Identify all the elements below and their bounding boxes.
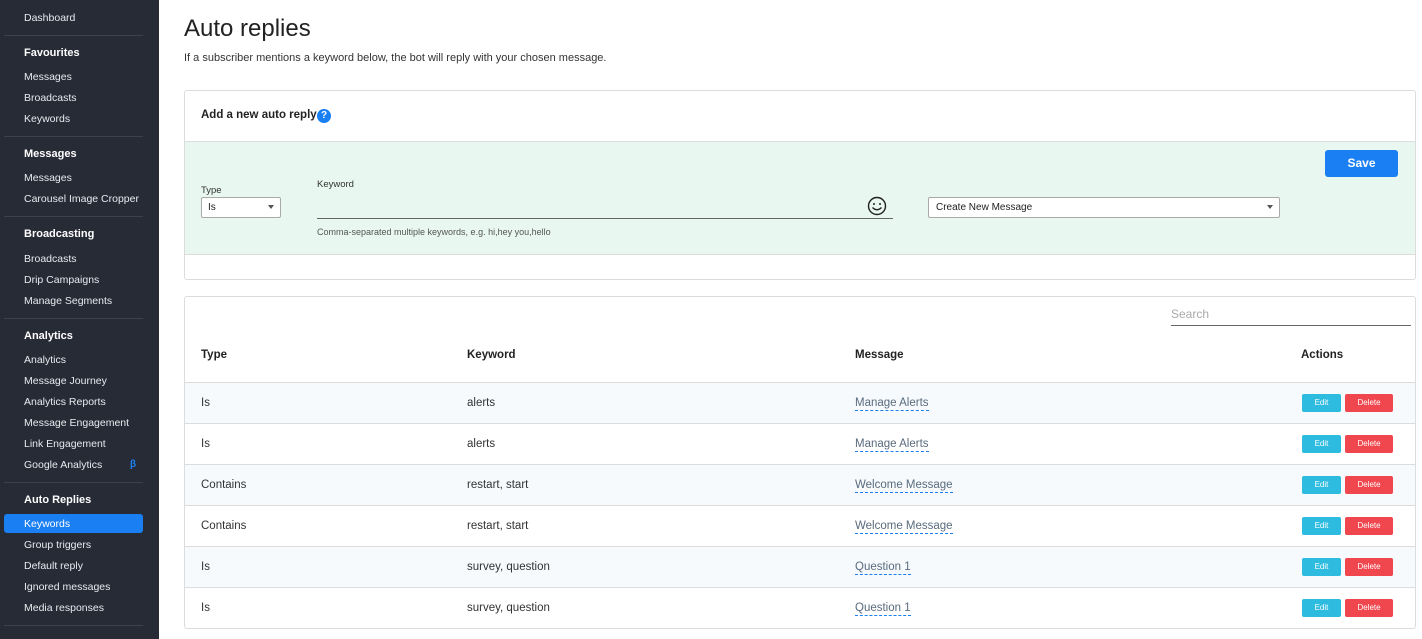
keyword-help-text: Comma-separated multiple keywords, e.g. … <box>317 227 551 237</box>
sidebar-item-analytics[interactable]: Analytics <box>24 354 66 366</box>
table-row: Is survey, question Question 1 Edit Dele… <box>185 546 1415 587</box>
cell-keyword: survey, question <box>467 602 550 614</box>
help-icon[interactable]: ? <box>317 109 331 123</box>
cell-message-link[interactable]: Welcome Message <box>855 520 953 534</box>
cell-type: Is <box>201 602 210 614</box>
sidebar-item-manage-segments[interactable]: Manage Segments <box>24 295 112 307</box>
table-row: Contains restart, start Welcome Message … <box>185 505 1415 546</box>
sidebar-item-broadcasts[interactable]: Broadcasts <box>24 253 77 265</box>
message-select-value: Create New Message <box>936 202 1033 213</box>
sidebar-item-message-journey[interactable]: Message Journey <box>24 375 107 387</box>
sidebar-section-favourites: Favourites <box>24 47 80 59</box>
table-row: Contains restart, start Welcome Message … <box>185 464 1415 505</box>
table-row: Is survey, question Question 1 Edit Dele… <box>185 587 1415 628</box>
sidebar-item-message-engagement[interactable]: Message Engagement <box>24 417 129 429</box>
edit-button[interactable]: Edit <box>1302 599 1341 617</box>
delete-button[interactable]: Delete <box>1345 599 1393 617</box>
smiley-icon[interactable] <box>867 196 887 216</box>
type-select[interactable]: Is <box>201 197 281 218</box>
delete-button[interactable]: Delete <box>1345 476 1393 494</box>
edit-button[interactable]: Edit <box>1302 476 1341 494</box>
add-auto-reply-panel: Add a new auto reply ? Type Is Keyword C… <box>184 90 1416 280</box>
delete-button[interactable]: Delete <box>1345 517 1393 535</box>
cell-message-link[interactable]: Welcome Message <box>855 479 953 493</box>
sidebar: Dashboard Favourites Messages Broadcasts… <box>0 0 159 639</box>
sidebar-item-link-engagement[interactable]: Link Engagement <box>24 438 106 450</box>
cell-type: Is <box>201 561 210 573</box>
sidebar-section-auto-replies: Auto Replies <box>24 494 92 506</box>
sidebar-item-analytics-reports[interactable]: Analytics Reports <box>24 396 106 408</box>
sidebar-item-default-reply[interactable]: Default reply <box>24 560 83 572</box>
add-auto-reply-heading: Add a new auto reply <box>201 109 317 121</box>
column-header-type: Type <box>201 349 227 361</box>
search-input[interactable] <box>1171 303 1411 326</box>
table-row: Is alerts Manage Alerts Edit Delete <box>185 382 1415 423</box>
sidebar-item-favourites-keywords[interactable]: Keywords <box>24 113 70 125</box>
edit-button[interactable]: Edit <box>1302 394 1341 412</box>
sidebar-divider <box>4 318 143 319</box>
cell-message-link[interactable]: Question 1 <box>855 561 911 575</box>
add-auto-reply-form: Type Is Keyword Comma-separated multiple… <box>185 141 1415 255</box>
type-select-value: Is <box>208 202 216 213</box>
sidebar-divider <box>4 35 143 36</box>
auto-replies-table: Type Keyword Message Actions Is alerts M… <box>184 296 1416 629</box>
column-header-message: Message <box>855 349 904 361</box>
message-select[interactable]: Create New Message <box>928 197 1280 218</box>
delete-button[interactable]: Delete <box>1345 394 1393 412</box>
beta-badge: β <box>130 459 137 470</box>
keyword-input[interactable] <box>317 197 893 219</box>
cell-message-link[interactable]: Manage Alerts <box>855 438 929 452</box>
sidebar-item-media-responses[interactable]: Media responses <box>24 602 104 614</box>
sidebar-divider <box>4 625 143 626</box>
table-row: Is alerts Manage Alerts Edit Delete <box>185 423 1415 464</box>
cell-keyword: alerts <box>467 397 496 409</box>
sidebar-section-analytics: Analytics <box>24 330 73 342</box>
cell-keyword: alerts <box>467 438 496 450</box>
cell-keyword: restart, start <box>467 520 529 532</box>
cell-keyword: restart, start <box>467 479 529 491</box>
sidebar-item-favourites-messages[interactable]: Messages <box>24 71 72 83</box>
edit-button[interactable]: Edit <box>1302 558 1341 576</box>
save-button[interactable]: Save <box>1325 150 1398 177</box>
keyword-label: Keyword <box>317 179 354 190</box>
chevron-down-icon <box>268 205 274 209</box>
edit-button[interactable]: Edit <box>1302 517 1341 535</box>
cell-message-link[interactable]: Manage Alerts <box>855 397 929 411</box>
sidebar-item-group-triggers[interactable]: Group triggers <box>24 539 91 551</box>
type-label: Type <box>201 185 222 196</box>
sidebar-section-messages: Messages <box>24 148 77 160</box>
delete-button[interactable]: Delete <box>1345 558 1393 576</box>
sidebar-item-favourites-broadcasts[interactable]: Broadcasts <box>24 92 77 104</box>
sidebar-item-carousel-image-cropper[interactable]: Carousel Image Cropper <box>24 193 139 205</box>
cell-type: Is <box>201 397 210 409</box>
column-header-actions: Actions <box>1301 349 1344 361</box>
cell-type: Is <box>201 438 210 450</box>
cell-type: Contains <box>201 520 247 532</box>
cell-keyword: survey, question <box>467 561 550 573</box>
sidebar-divider <box>4 482 143 483</box>
cell-type: Contains <box>201 479 247 491</box>
edit-button[interactable]: Edit <box>1302 435 1341 453</box>
sidebar-item-ignored-messages[interactable]: Ignored messages <box>24 581 110 593</box>
sidebar-divider <box>4 216 143 217</box>
sidebar-item-drip-campaigns[interactable]: Drip Campaigns <box>24 274 99 286</box>
sidebar-section-broadcasting: Broadcasting <box>24 228 95 240</box>
cell-message-link[interactable]: Question 1 <box>855 602 911 616</box>
column-header-keyword: Keyword <box>467 349 516 361</box>
page-subtitle: If a subscriber mentions a keyword below… <box>184 52 607 64</box>
sidebar-item-keywords[interactable]: Keywords <box>24 518 70 530</box>
sidebar-divider <box>4 136 143 137</box>
sidebar-item-messages[interactable]: Messages <box>24 172 72 184</box>
page-title: Auto replies <box>184 15 311 42</box>
sidebar-item-google-analytics[interactable]: Google Analytics <box>24 459 102 471</box>
sidebar-item-dashboard[interactable]: Dashboard <box>24 12 75 24</box>
chevron-down-icon <box>1267 205 1273 209</box>
delete-button[interactable]: Delete <box>1345 435 1393 453</box>
